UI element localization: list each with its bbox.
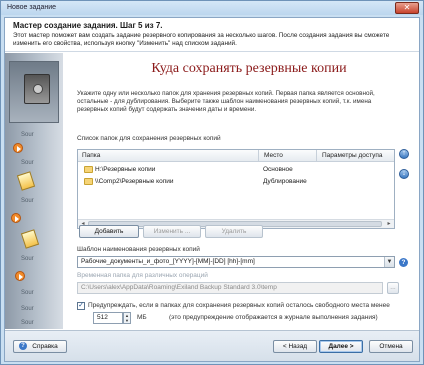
wizard-footer: ? Справка < Назад Далее > Отмена — [5, 330, 419, 361]
move-down-button[interactable]: ↓ — [399, 169, 409, 179]
folder-icon — [84, 178, 93, 185]
next-button[interactable]: Далее > — [319, 340, 363, 353]
close-button[interactable]: ✕ — [395, 2, 419, 14]
wizard-sidebar-graphic: Sour Sour Sour Sour Sour Sour Sour — [5, 53, 63, 329]
table-header: Папка Место Параметры доступа — [78, 150, 394, 162]
row-place: Основное — [263, 166, 293, 173]
help-icon: ? — [19, 342, 27, 350]
sidebar-faint-label: Sour — [21, 306, 34, 312]
row-folder: \\Comp2\Резервные копии — [95, 178, 174, 185]
arrow-icon — [11, 213, 21, 223]
column-header-folder[interactable]: Папка — [82, 152, 100, 159]
wizard-client: Мастер создание задания. Шаг 5 из 7. Это… — [4, 17, 420, 362]
document-icon — [16, 171, 36, 191]
sidebar-faint-label: Sour — [21, 198, 34, 204]
sidebar-faint-label: Sour — [21, 320, 34, 326]
add-button[interactable]: Добавить — [79, 225, 139, 238]
move-up-button[interactable]: ↑ — [399, 149, 409, 159]
chevron-down-icon[interactable]: ▼ — [384, 257, 394, 267]
free-space-value[interactable]: 512 — [93, 312, 123, 324]
document-icon — [20, 229, 40, 249]
folder-list-label: Список папок для сохранения резервных ко… — [77, 135, 221, 142]
free-space-note: (это предупреждение отображается в журна… — [169, 314, 378, 321]
row-place: Дублирование — [263, 178, 307, 185]
page-title: Куда сохранять резервные копии — [151, 61, 347, 76]
back-button[interactable]: < Назад — [273, 340, 317, 353]
safe-icon — [24, 74, 50, 104]
wizard-window: Новое задание ✕ Мастер создание задания.… — [0, 0, 424, 365]
template-combobox[interactable]: Рабочие_документы_и_фото_[YYYY]-[MM]-[DD… — [77, 256, 395, 268]
folder-icon — [84, 166, 93, 173]
step-title: Мастер создание задания. Шаг 5 из 7. — [13, 21, 163, 30]
sidebar-faint-label: Sour — [21, 256, 34, 262]
arrow-icon — [15, 271, 25, 281]
row-folder: H:\Резервные копии — [95, 166, 156, 173]
folder-table: Папка Место Параметры доступа H:\Резервн… — [77, 149, 395, 229]
column-header-place[interactable]: Место — [264, 152, 283, 159]
free-space-warning-label: Предупреждать, если в папках для сохране… — [88, 302, 390, 309]
temp-folder-field[interactable]: C:\Users\alex\AppData\Roaming\Exiland Ba… — [77, 282, 383, 294]
wizard-header: Мастер создание задания. Шаг 5 из 7. Это… — [5, 18, 419, 52]
template-value: Рабочие_документы_и_фото_[YYYY]-[MM]-[DD… — [81, 258, 255, 265]
sidebar-faint-label: Sour — [21, 132, 34, 138]
template-label: Шаблон наименования резервных копий — [77, 246, 200, 253]
free-space-unit: МБ — [137, 314, 147, 321]
sidebar-faint-label: Sour — [21, 160, 34, 166]
help-icon[interactable]: ? — [399, 258, 408, 267]
scroll-right-icon[interactable]: ▸ — [385, 221, 393, 227]
help-button-label: Справка — [32, 343, 58, 350]
wizard-main: Куда сохранять резервные копии Укажите о… — [67, 53, 419, 329]
title-bar: Новое задание ✕ — [1, 1, 423, 15]
column-header-access[interactable]: Параметры доступа — [322, 152, 383, 159]
help-button[interactable]: ? Справка — [13, 340, 67, 353]
table-row[interactable]: H:\Резервные копии Основное — [79, 164, 393, 175]
cancel-button[interactable]: Отмена — [369, 340, 413, 353]
step-description: Этот мастер поможет вам создать задание … — [13, 32, 390, 47]
sidebar-faint-label: Sour — [21, 290, 34, 296]
browse-button[interactable]: ... — [387, 282, 399, 294]
arrow-icon — [13, 143, 23, 153]
window-title: Новое задание — [7, 4, 57, 11]
column-divider — [316, 150, 317, 162]
safe-illustration — [9, 61, 59, 123]
column-divider — [258, 150, 259, 162]
delete-button[interactable]: Удалить — [205, 225, 263, 238]
free-space-warning-checkbox[interactable]: ✓ — [77, 302, 85, 310]
intro-text: Укажите одну или несколько папок для хра… — [77, 90, 375, 113]
table-row[interactable]: \\Comp2\Резервные копии Дублирование — [79, 176, 393, 187]
spinner-icon[interactable]: ▲ ▼ — [123, 312, 131, 324]
temp-folder-label: Временная папка для различных операций — [77, 272, 208, 279]
edit-button[interactable]: Изменить ... — [143, 225, 201, 238]
